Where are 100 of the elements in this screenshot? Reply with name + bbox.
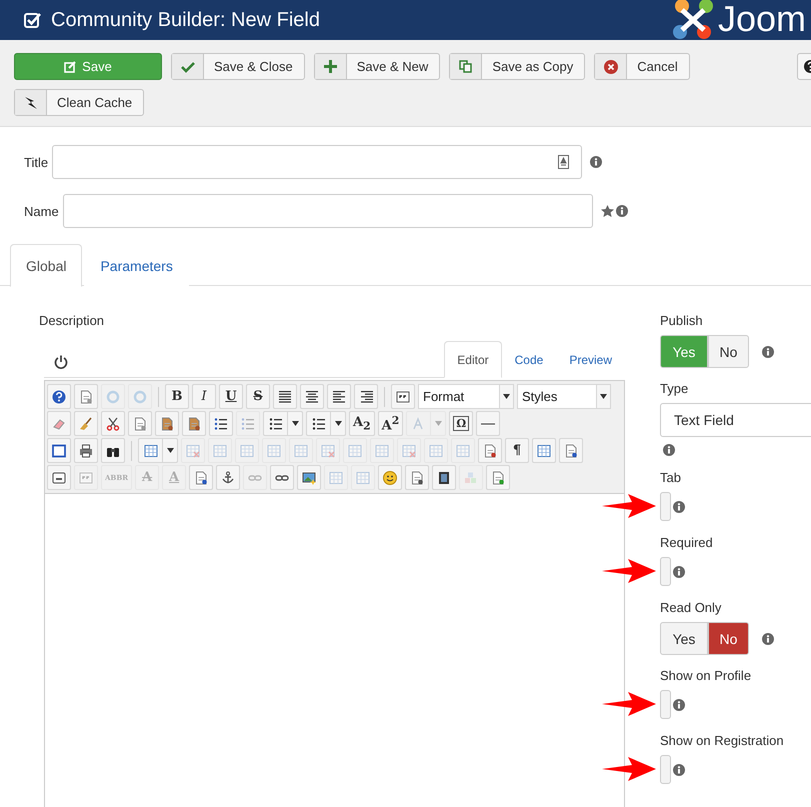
toolbar-button[interactable]: Save & New (314, 53, 440, 80)
power-icon[interactable] (54, 355, 68, 369)
checkbox-icon (24, 12, 41, 28)
template-icon (194, 470, 208, 484)
toolbar-button[interactable] (47, 438, 71, 463)
table-grid-icon (429, 444, 443, 458)
align-right-icon (359, 390, 373, 404)
toolbar-button[interactable] (270, 465, 294, 490)
tab[interactable]: Global (10, 244, 82, 287)
info-icon[interactable] (762, 346, 774, 358)
toolbar-button[interactable] (47, 384, 71, 409)
paste-icon (160, 416, 174, 430)
style-select[interactable]: Styles (517, 384, 611, 409)
option-label: Read Only (660, 600, 722, 615)
toolbar-button[interactable] (101, 411, 125, 436)
column-delete-icon (402, 444, 416, 458)
subscript-button[interactable]: A$_{2}$ (349, 411, 375, 436)
quote-icon (79, 470, 93, 484)
toolbar-button[interactable]: Clean Cache (14, 89, 144, 116)
info-icon[interactable] (673, 764, 685, 776)
page-title: Community Builder: New Field (51, 8, 320, 32)
special-character-button[interactable]: Ω (449, 411, 474, 436)
toolbar-button[interactable] (209, 411, 233, 436)
field-label: Title (24, 154, 48, 170)
language-icon (558, 155, 570, 169)
check-icon (172, 54, 204, 79)
logo-text: Joom (718, 0, 806, 40)
outdent-icon (241, 416, 255, 430)
toolbar-button[interactable] (297, 465, 322, 490)
paragraph-mark-button[interactable]: ¶ (505, 438, 529, 463)
plus-icon (314, 54, 347, 79)
toolbar-button[interactable]: Cancel (594, 53, 690, 80)
column-after-icon (375, 444, 389, 458)
info-icon[interactable] (663, 444, 675, 456)
editor-tab[interactable]: Editor (444, 341, 502, 378)
strikethrough-button[interactable]: S (246, 384, 270, 409)
fullscreen-icon (52, 444, 66, 458)
toolbar-button[interactable] (559, 438, 583, 463)
select-field[interactable] (660, 755, 671, 784)
text-field[interactable] (52, 145, 582, 179)
description-label: Description (39, 313, 106, 328)
row-before-icon (267, 444, 281, 458)
option-label: Required (660, 535, 714, 550)
option-label: Tab (660, 470, 682, 485)
toolbar-button[interactable] (432, 465, 456, 490)
italic-button[interactable]: I (192, 384, 216, 409)
page-add-icon (491, 470, 506, 484)
toolbar-button[interactable] (405, 465, 430, 490)
info-icon[interactable] (590, 156, 602, 168)
select-field[interactable] (660, 492, 671, 521)
toolbar-button[interactable] (216, 465, 240, 490)
numbered-list-icon (268, 416, 282, 430)
document-link-icon (410, 470, 424, 484)
info-icon[interactable] (673, 500, 685, 512)
toolbar-button[interactable] (101, 438, 125, 463)
info-icon[interactable] (762, 632, 774, 644)
caret-icon (292, 421, 298, 426)
toolbar-button[interactable] (476, 411, 500, 436)
toolbar-button[interactable] (74, 438, 98, 463)
info-icon[interactable] (616, 205, 628, 217)
bullet-list-icon (312, 416, 326, 430)
paste-text-icon (187, 416, 201, 430)
split-button[interactable] (263, 411, 303, 436)
row-remove-icon (356, 470, 370, 484)
toolbar-button[interactable] (354, 384, 378, 409)
toggle-option[interactable]: No (708, 622, 749, 655)
text-field[interactable] (62, 194, 593, 228)
info-icon[interactable] (673, 566, 685, 578)
toolbar-button[interactable] (300, 384, 324, 409)
caret-icon (503, 394, 510, 399)
toolbar-button[interactable] (273, 384, 297, 409)
toggle-option[interactable]: Yes (660, 622, 708, 655)
split-button[interactable] (306, 411, 346, 436)
copy-icon (133, 416, 147, 430)
select-field[interactable] (660, 690, 671, 719)
align-center-icon (305, 390, 319, 404)
info-icon[interactable] (673, 698, 685, 710)
indent-icon (214, 416, 228, 430)
toolbar-button[interactable]: Save as Copy (449, 53, 586, 80)
copy-icon (450, 54, 482, 79)
option-label: Show on Profile (660, 668, 752, 683)
toggle-option[interactable]: No (708, 335, 749, 368)
table-cell-icon (240, 444, 254, 458)
preview-icon (564, 444, 578, 458)
style-select[interactable]: Format (418, 384, 514, 409)
bold-button[interactable]: B (165, 384, 189, 409)
caret-icon (166, 448, 174, 453)
type-select[interactable]: Text Field (660, 403, 811, 437)
toolbar-button[interactable] (47, 465, 71, 490)
caret-icon (334, 421, 342, 426)
select-field[interactable] (660, 557, 671, 586)
help-icon (52, 390, 66, 404)
toolbar-button[interactable] (189, 465, 214, 490)
underline-button[interactable]: U (219, 384, 243, 409)
toolbar-button[interactable]: Save & Close (171, 53, 305, 80)
option-label: Publish (660, 313, 704, 328)
option-label: Show on Registration (660, 733, 785, 748)
toolbar-button[interactable] (327, 384, 351, 409)
superscript-button[interactable]: A$^{2}$ (378, 411, 404, 436)
anchor-icon (221, 470, 236, 484)
